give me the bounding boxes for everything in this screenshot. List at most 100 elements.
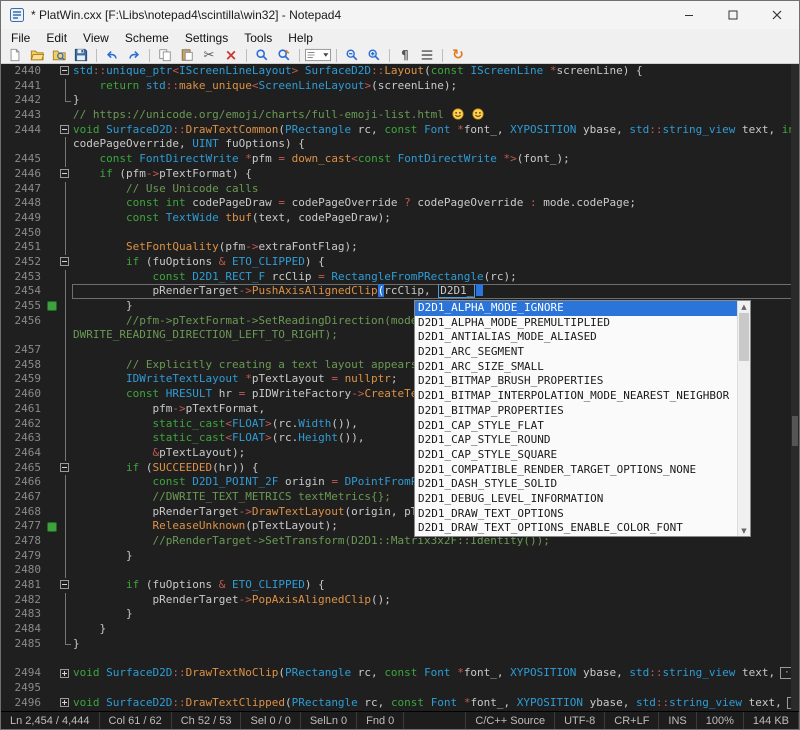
code-line[interactable]: 2452 if (fuOptions & ETO_CLIPPED) {	[1, 255, 799, 270]
bookmark-margin[interactable]	[47, 431, 59, 446]
bookmark-margin[interactable]	[47, 64, 59, 79]
status-segment[interactable]: INS	[659, 712, 696, 729]
bookmark-margin[interactable]	[47, 666, 59, 681]
bookmark-margin[interactable]	[47, 240, 59, 255]
fold-expand-icon[interactable]	[60, 698, 69, 707]
autocomplete-item[interactable]: D2D1_COMPATIBLE_RENDER_TARGET_OPTIONS_NO…	[415, 463, 737, 478]
code-line[interactable]: 2448 const int codePageDraw = codePageOv…	[1, 196, 799, 211]
new-file-icon[interactable]	[5, 47, 25, 63]
code-line[interactable]: 2453 const D2D1_RECT_F rcClip = Rectangl…	[1, 270, 799, 285]
bookmark-margin[interactable]	[47, 328, 59, 343]
code-line[interactable]: 2444void SurfaceD2D::DrawTextCommon(PRec…	[1, 123, 799, 138]
autocomplete-item[interactable]: D2D1_ALPHA_MODE_IGNORE	[415, 301, 737, 316]
bookmark-margin[interactable]	[47, 152, 59, 167]
status-segment[interactable]: SelLn 0	[301, 712, 357, 729]
menu-edit[interactable]: Edit	[38, 29, 75, 47]
copy-icon[interactable]	[155, 47, 175, 63]
menu-settings[interactable]: Settings	[177, 29, 236, 47]
editor-scrollbar[interactable]	[791, 64, 799, 711]
code-line[interactable]: 2441 return std::make_unique<ScreenLineL…	[1, 79, 799, 94]
bookmark-margin[interactable]	[47, 652, 59, 667]
redo-icon[interactable]	[124, 47, 144, 63]
scrollbar-thumb[interactable]	[792, 416, 798, 446]
autocomplete-item[interactable]: D2D1_ARC_SIZE_SMALL	[415, 360, 737, 375]
fold-collapse-icon[interactable]	[60, 257, 69, 266]
status-segment[interactable]: 100%	[697, 712, 744, 729]
bookmark-marker[interactable]	[47, 299, 59, 314]
code-line[interactable]: 2454 pRenderTarget->PushAxisAlignedClip(…	[1, 284, 799, 299]
code-line[interactable]: codePageOverride, UINT fuOptions) {	[1, 137, 799, 152]
encoding-dropdown[interactable]	[305, 47, 331, 63]
autocomplete-item[interactable]: D2D1_ALPHA_MODE_PREMULTIPLIED	[415, 316, 737, 331]
menu-tools[interactable]: Tools	[236, 29, 280, 47]
bookmark-margin[interactable]	[47, 696, 59, 711]
bookmark-margin[interactable]	[47, 108, 59, 123]
find-icon[interactable]	[252, 47, 272, 63]
menu-help[interactable]: Help	[280, 29, 321, 47]
autocomplete-item[interactable]: D2D1_DRAW_TEXT_OPTIONS_ENABLE_COLOR_FONT	[415, 521, 737, 536]
fold-expand-icon[interactable]	[60, 669, 69, 678]
bookmark-margin[interactable]	[47, 402, 59, 417]
autocomplete-item[interactable]: D2D1_ANTIALIAS_MODE_ALIASED	[415, 330, 737, 345]
refresh-icon[interactable]: ↻	[448, 47, 468, 63]
status-segment[interactable]: Ch 52 / 53	[172, 712, 242, 729]
autocomplete-item[interactable]: D2D1_CAP_STYLE_FLAT	[415, 419, 737, 434]
code-line[interactable]: 2443// https://unicode.org/emoji/charts/…	[1, 108, 799, 123]
browse-folder-icon[interactable]	[49, 47, 69, 63]
bookmark-margin[interactable]	[47, 563, 59, 578]
autocomplete-item[interactable]: D2D1_ARC_SEGMENT	[415, 345, 737, 360]
status-segment[interactable]: Sel 0 / 0	[241, 712, 300, 729]
status-segment[interactable]: Ln 2,454 / 4,444	[1, 712, 100, 729]
code-line[interactable]: 2483 }	[1, 607, 799, 622]
bookmark-margin[interactable]	[47, 270, 59, 285]
bookmark-margin[interactable]	[47, 505, 59, 520]
scroll-down-arrow-icon[interactable]: ▼	[738, 525, 750, 536]
bookmark-margin[interactable]	[47, 182, 59, 197]
word-wrap-icon[interactable]: ¶	[395, 47, 415, 63]
bookmark-margin[interactable]	[47, 490, 59, 505]
status-segment[interactable]: Fnd 0	[357, 712, 404, 729]
code-line[interactable]: 2494void SurfaceD2D::DrawTextNoClip(PRec…	[1, 666, 799, 681]
code-line[interactable]: 2481 if (fuOptions & ETO_CLIPPED) {	[1, 578, 799, 593]
code-line[interactable]	[1, 652, 799, 667]
autocomplete-item[interactable]: D2D1_BITMAP_PROPERTIES	[415, 404, 737, 419]
code-line[interactable]: 2482 pRenderTarget->PopAxisAlignedClip()…	[1, 593, 799, 608]
replace-icon[interactable]	[274, 47, 294, 63]
save-icon[interactable]	[71, 47, 91, 63]
fold-margin[interactable]	[59, 167, 72, 182]
code-line[interactable]: 2449 const TextWide tbuf(text, codePageD…	[1, 211, 799, 226]
bookmark-margin[interactable]	[47, 417, 59, 432]
fold-margin[interactable]	[59, 64, 72, 79]
bookmark-margin[interactable]	[47, 607, 59, 622]
code-line[interactable]: 2440std::unique_ptr<IScreenLineLayout> S…	[1, 64, 799, 79]
maximize-button[interactable]	[711, 1, 755, 29]
autocomplete-item[interactable]: D2D1_DASH_STYLE_SOLID	[415, 477, 737, 492]
fold-collapse-icon[interactable]	[60, 169, 69, 178]
autocomplete-item[interactable]: D2D1_DRAW_TEXT_OPTIONS	[415, 507, 737, 522]
bookmark-marker[interactable]	[47, 519, 59, 534]
autocomplete-item[interactable]: D2D1_DEBUG_LEVEL_INFORMATION	[415, 492, 737, 507]
fold-margin[interactable]	[59, 696, 72, 711]
bookmark-margin[interactable]	[47, 167, 59, 182]
bookmark-margin[interactable]	[47, 226, 59, 241]
bookmark-margin[interactable]	[47, 255, 59, 270]
code-line[interactable]: 2446 if (pfm->pTextFormat) {	[1, 167, 799, 182]
bookmark-margin[interactable]	[47, 358, 59, 373]
bookmark-margin[interactable]	[47, 461, 59, 476]
status-segment[interactable]: UTF-8	[555, 712, 605, 729]
fold-margin[interactable]	[59, 123, 72, 138]
bookmark-margin[interactable]	[47, 446, 59, 461]
menu-file[interactable]: File	[3, 29, 38, 47]
zoom-in-icon[interactable]	[364, 47, 384, 63]
minimize-button[interactable]	[667, 1, 711, 29]
status-segment[interactable]: 144 KB	[744, 712, 799, 729]
close-button[interactable]	[755, 1, 799, 29]
fold-collapse-icon[interactable]	[60, 66, 69, 75]
bookmark-margin[interactable]	[47, 622, 59, 637]
status-segment[interactable]: CR+LF	[605, 712, 659, 729]
fold-collapse-icon[interactable]	[60, 580, 69, 589]
autocomplete-item[interactable]: D2D1_BITMAP_INTERPOLATION_MODE_NEAREST_N…	[415, 389, 737, 404]
bookmark-margin[interactable]	[47, 681, 59, 696]
bookmark-margin[interactable]	[47, 284, 59, 299]
autocomplete-item[interactable]: D2D1_BITMAP_BRUSH_PROPERTIES	[415, 374, 737, 389]
